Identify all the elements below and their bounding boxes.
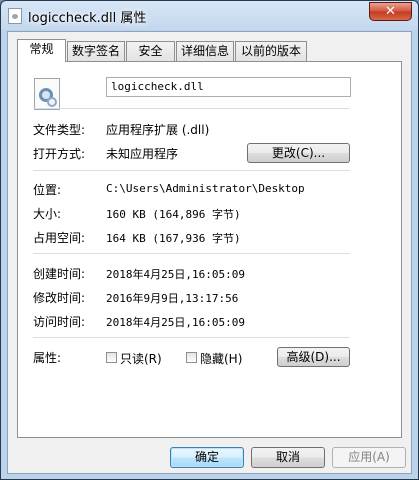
created-value: 2018年4月25日,16:05:09 [106, 268, 245, 281]
opens-with-value: 未知应用程序 [106, 147, 179, 161]
apply-button[interactable]: 应用(A) [332, 447, 406, 468]
tab-security[interactable]: 安全 [126, 41, 175, 61]
size-on-disk-value: 164 KB (167,936 字节) [106, 232, 241, 245]
file-type-value: 应用程序扩展 (.dll) [106, 123, 210, 137]
readonly-label[interactable]: 只读(R) [120, 350, 162, 367]
location-value: C:\Users\Administrator\Desktop [106, 182, 305, 195]
ok-button[interactable]: 确定 [170, 447, 244, 468]
properties-window: logiccheck.dll 属性 ✕ 常规 数字签名 安全 详细信息 以前的版… [0, 0, 419, 480]
location-label: 位置: [33, 183, 62, 197]
title-bar[interactable]: logiccheck.dll 属性 ✕ [1, 1, 418, 31]
readonly-checkbox[interactable] [106, 352, 117, 363]
general-tab-panel: logiccheck.dll 文件类型: 应用程序扩展 (.dll) 打开方式:… [17, 61, 402, 438]
dialog-body: 常规 数字签名 安全 详细信息 以前的版本 logiccheck.dll 文件类… [7, 31, 412, 474]
close-button[interactable]: ✕ [369, 2, 412, 21]
advanced-button[interactable]: 高级(D)... [277, 347, 350, 367]
tab-details[interactable]: 详细信息 [176, 41, 234, 61]
cancel-button[interactable]: 取消 [251, 447, 325, 468]
change-button[interactable]: 更改(C)... [247, 143, 350, 163]
opens-with-label: 打开方式: [33, 147, 86, 161]
hidden-checkbox[interactable] [186, 352, 197, 363]
file-icon [8, 8, 22, 24]
divider [33, 170, 350, 171]
modified-value: 2016年9月9日,13:17:56 [106, 292, 239, 305]
window-title: logiccheck.dll 属性 [28, 11, 147, 26]
created-label: 创建时间: [33, 267, 86, 281]
file-name-input[interactable]: logiccheck.dll [106, 77, 351, 97]
file-type-label: 文件类型: [33, 123, 86, 137]
tab-general[interactable]: 常规 [17, 39, 66, 62]
tab-previous-versions[interactable]: 以前的版本 [235, 41, 307, 61]
attributes-label: 属性: [33, 351, 62, 365]
dll-file-icon [34, 78, 60, 110]
small-gear-icon [47, 97, 57, 107]
accessed-label: 访问时间: [33, 315, 86, 329]
divider [33, 253, 350, 254]
size-on-disk-label: 占用空间: [33, 231, 86, 245]
divider [33, 108, 350, 109]
divider [33, 337, 350, 338]
accessed-value: 2018年4月25日,16:05:09 [106, 316, 245, 329]
size-value: 160 KB (164,896 字节) [106, 208, 241, 221]
size-label: 大小: [33, 207, 62, 221]
hidden-label[interactable]: 隐藏(H) [200, 350, 242, 367]
modified-label: 修改时间: [33, 291, 86, 305]
tab-digital-signatures[interactable]: 数字签名 [67, 41, 125, 61]
